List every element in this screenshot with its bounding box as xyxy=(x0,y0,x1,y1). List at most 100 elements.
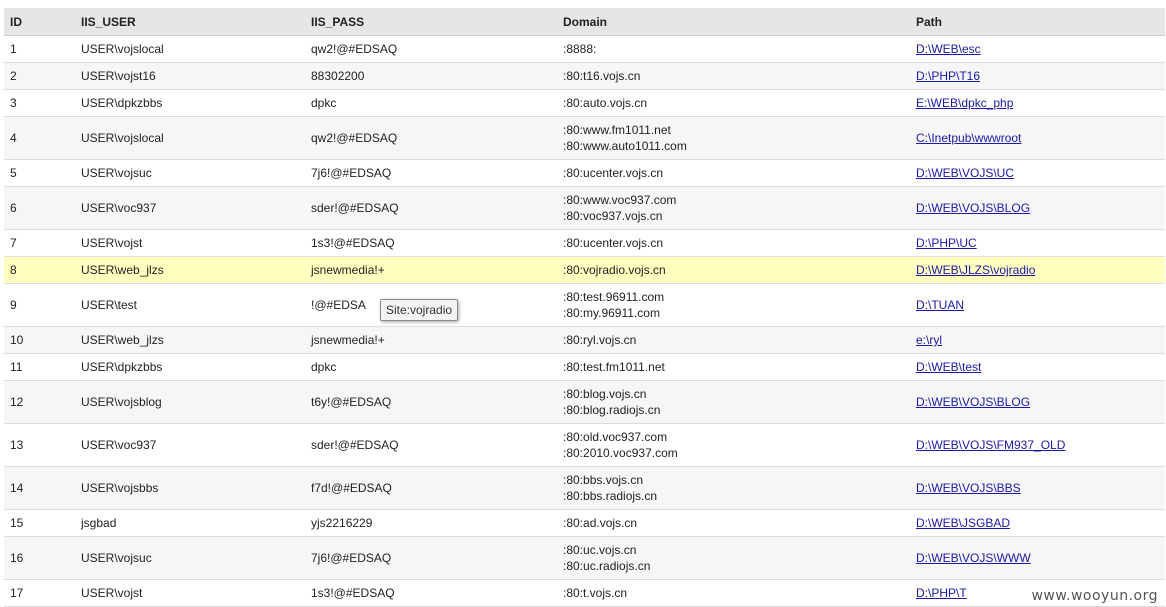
path-link[interactable]: D:\PHP\T16 xyxy=(916,69,980,83)
domain-binding: :80:www.auto1011.com xyxy=(563,139,687,153)
domain-binding: :80:test.96911.com xyxy=(563,290,665,304)
table-row: 17 USER\vojst 1s3!@#EDSAQ:80:t.vojs.cn D:\P… xyxy=(4,579,1165,607)
table-row: 14 USER\vojsbbs f7d!@#EDSAQ:80:bbs.vojs.cn… xyxy=(4,466,1165,510)
cell-domain: :80:ryl.vojs.cn xyxy=(557,326,910,354)
cell-id: 17 xyxy=(4,579,75,607)
path-link[interactable]: D:\WEB\JSGBAD xyxy=(916,516,1010,530)
cell-path: D:\WEB\VOJS\BLOG xyxy=(910,380,1165,424)
cell-path: D:\WEB\VOJS\BBS xyxy=(910,466,1165,510)
domain-binding: :80:old.voc937.com xyxy=(563,430,668,444)
domain-binding: :80:uc.vojs.cn xyxy=(563,543,637,557)
cell-iis-pass: qw2!@#EDSAQ xyxy=(305,35,557,63)
cell-path: D:\PHP\T16 xyxy=(910,62,1165,90)
domain-binding: :80:blog.vojs.cn xyxy=(563,387,647,401)
cell-iis-pass: sder!@#EDSAQ xyxy=(305,423,557,467)
cell-path: D:\WEB\esc xyxy=(910,35,1165,63)
path-link[interactable]: D:\WEB\VOJS\FM937_OLD xyxy=(916,438,1065,452)
table-row: 2 USER\vojst16 88302200:80:t16.vojs.cn D:\P… xyxy=(4,62,1165,90)
cell-iis-user: USER\vojsuc xyxy=(75,536,305,580)
domain-binding: :80:ryl.vojs.cn xyxy=(563,333,637,347)
path-link[interactable]: D:\WEB\test xyxy=(916,360,981,374)
path-link[interactable]: D:\WEB\esc xyxy=(916,42,981,56)
watermark: www.wooyun.org xyxy=(1031,588,1158,604)
table-row: 1 USER\vojslocal qw2!@#EDSAQ:8888: D:\WEB\e… xyxy=(4,35,1165,63)
path-link[interactable]: e:\ryl xyxy=(916,333,942,347)
table-row: 9 USER\test !@#EDSA:80:test.96911.com:80:m… xyxy=(4,283,1165,327)
domain-binding: :80:bbs.vojs.cn xyxy=(563,473,644,487)
domain-binding: :80:ucenter.vojs.cn xyxy=(563,236,664,250)
cell-id: 12 xyxy=(4,380,75,424)
cell-iis-user: USER\vojsuc xyxy=(75,159,305,187)
cell-domain: :80:old.voc937.com :80:2010.voc937.com xyxy=(557,423,910,467)
cell-iis-user: USER\vojst16 xyxy=(75,62,305,90)
cell-id: 11 xyxy=(4,353,75,381)
path-link[interactable]: D:\WEB\VOJS\UC xyxy=(916,166,1014,180)
site-tooltip: Site:vojradio xyxy=(380,299,459,321)
cell-iis-pass: f7d!@#EDSAQ xyxy=(305,466,557,510)
column-header-iis-user: IIS_USER xyxy=(75,8,305,36)
cell-domain: :80:auto.vojs.cn xyxy=(557,89,910,117)
cell-domain: :80:t.vojs.cn xyxy=(557,579,910,607)
domain-binding: :80:t16.vojs.cn xyxy=(563,69,641,83)
cell-id: 3 xyxy=(4,89,75,117)
domain-binding: :80:test.fm1011.net xyxy=(563,360,665,374)
cell-path: D:\WEB\test xyxy=(910,353,1165,381)
path-link[interactable]: D:\PHP\T xyxy=(916,586,967,600)
path-link[interactable]: D:\WEB\VOJS\WWW xyxy=(916,551,1031,565)
cell-domain: :80:ucenter.vojs.cn xyxy=(557,229,910,257)
cell-domain: :80:test.96911.com :80:my.96911.com xyxy=(557,283,910,327)
column-header-domain: Domain xyxy=(557,8,910,36)
table-row: 8 USER\web_jlzs jsnewmedia!+:80:vojradio.v… xyxy=(4,256,1165,284)
cell-iis-pass: sder!@#EDSAQ xyxy=(305,186,557,230)
cell-id: 6 xyxy=(4,186,75,230)
cell-domain: :80:blog.vojs.cn:80:blog.radiojs.cn xyxy=(557,380,910,424)
cell-iis-user: USER\test xyxy=(75,283,305,327)
cell-iis-pass: 7j6!@#EDSAQ xyxy=(305,159,557,187)
table-row: 15 jsgbad yjs2216229:80:ad.vojs.cn D:\WEB\J… xyxy=(4,509,1165,537)
cell-domain: :80:uc.vojs.cn:80:uc.radiojs.cn xyxy=(557,536,910,580)
table-row: 16 USER\vojsuc 7j6!@#EDSAQ:80:uc.vojs.cn:8… xyxy=(4,536,1165,580)
cell-path: E:\WEB\dpkc_php xyxy=(910,89,1165,117)
cell-iis-user: USER\web_jlzs xyxy=(75,256,305,284)
iis-sites-table-container: ID IIS_USER IIS_PASS Domain Path 1 USER\v… xyxy=(4,8,1165,607)
table-row: 11 USER\dpkzbbs dpkc:80:test.fm1011.net D:\… xyxy=(4,353,1165,381)
domain-binding: :80:my.96911.com xyxy=(563,306,660,320)
cell-iis-user: USER\dpkzbbs xyxy=(75,89,305,117)
cell-path: e:\ryl xyxy=(910,326,1165,354)
path-link[interactable]: D:\WEB\VOJS\BLOG xyxy=(916,395,1030,409)
table-row: 10 USER\web_jlzs jsnewmedia!+:80:ryl.vojs.… xyxy=(4,326,1165,354)
cell-iis-pass: 1s3!@#EDSAQ xyxy=(305,579,557,607)
column-header-path: Path xyxy=(910,8,1165,36)
cell-path: D:\WEB\VOJS\BLOG xyxy=(910,186,1165,230)
table-row: 6 USER\voc937 sder!@#EDSAQ:80:www.voc937.c… xyxy=(4,186,1165,230)
path-link[interactable]: D:\TUAN xyxy=(916,298,964,312)
cell-iis-user: jsgbad xyxy=(75,509,305,537)
cell-domain: :80:bbs.vojs.cn:80:bbs.radiojs.cn xyxy=(557,466,910,510)
path-link[interactable]: D:\WEB\VOJS\BBS xyxy=(916,481,1021,495)
cell-iis-user: USER\vojslocal xyxy=(75,116,305,160)
cell-path: D:\WEB\JLZS\vojradio xyxy=(910,256,1165,284)
path-link[interactable]: D:\PHP\UC xyxy=(916,236,977,250)
cell-iis-pass: qw2!@#EDSAQ xyxy=(305,116,557,160)
path-link[interactable]: E:\WEB\dpkc_php xyxy=(916,96,1013,110)
table-row: 4 USER\vojslocal qw2!@#EDSAQ:80:www.fm1011… xyxy=(4,116,1165,160)
table-row: 5 USER\vojsuc 7j6!@#EDSAQ:80:ucenter.vojs.… xyxy=(4,159,1165,187)
cell-iis-user: USER\vojst xyxy=(75,579,305,607)
cell-iis-user: USER\dpkzbbs xyxy=(75,353,305,381)
table-row: 12 USER\vojsblog t6y!@#EDSAQ:80:blog.vojs.… xyxy=(4,380,1165,424)
path-link[interactable]: D:\WEB\JLZS\vojradio xyxy=(916,263,1035,277)
column-header-id: ID xyxy=(4,8,75,36)
path-link[interactable]: C:\Inetpub\wwwroot xyxy=(916,131,1021,145)
column-header-iis-pass: IIS_PASS xyxy=(305,8,557,36)
cell-domain: :80:www.voc937.com:80:voc937.vojs.cn xyxy=(557,186,910,230)
cell-id: 16 xyxy=(4,536,75,580)
cell-iis-user: USER\vojsblog xyxy=(75,380,305,424)
cell-domain: :8888: xyxy=(557,35,910,63)
cell-id: 9 xyxy=(4,283,75,327)
cell-iis-pass: t6y!@#EDSAQ xyxy=(305,380,557,424)
path-link[interactable]: D:\WEB\VOJS\BLOG xyxy=(916,201,1030,215)
cell-path: D:\WEB\VOJS\WWW xyxy=(910,536,1165,580)
domain-binding: :80:2010.voc937.com xyxy=(563,446,678,460)
cell-id: 15 xyxy=(4,509,75,537)
domain-binding: :80:www.fm1011.net xyxy=(563,123,671,137)
